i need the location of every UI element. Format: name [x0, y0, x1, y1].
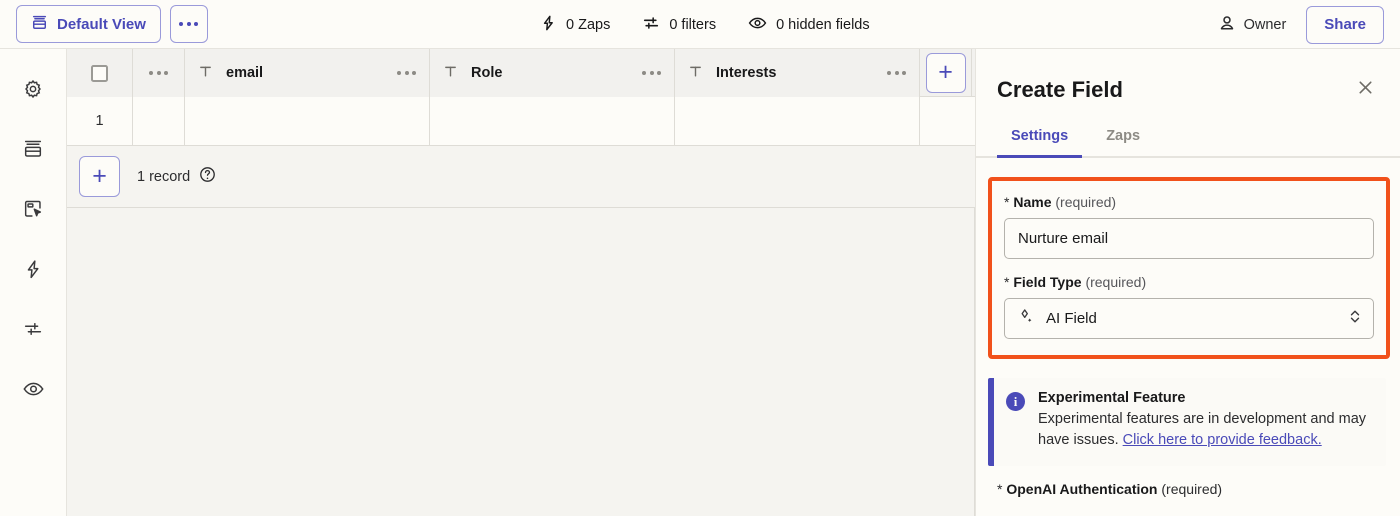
zap-icon — [540, 14, 557, 36]
gear-icon — [22, 78, 44, 105]
field-type-label: * Field Type (required) — [1004, 274, 1147, 290]
tab-settings[interactable]: Settings — [997, 128, 1083, 158]
callout-title: Experimental Feature — [1038, 390, 1186, 406]
ellipsis-icon — [179, 22, 199, 26]
add-field-button[interactable]: + — [925, 52, 966, 93]
zap-icon — [22, 258, 44, 285]
field-type-required-text: (required) — [1085, 274, 1147, 290]
panel-tabs: Settings Zaps — [976, 104, 1400, 158]
name-field-label: * Name (required) — [1004, 194, 1117, 210]
sidebar-item-hidden-fields[interactable] — [15, 375, 51, 407]
info-icon: i — [1006, 392, 1025, 411]
column-header-interests[interactable]: Interests — [675, 49, 920, 97]
table-view-icon — [31, 14, 48, 35]
field-type-value: AI Field — [1046, 310, 1097, 327]
hidden-fields-button[interactable]: 0 hidden fields — [748, 14, 870, 36]
column-label: email — [226, 65, 264, 81]
grid-footer: + 1 record — [67, 146, 975, 208]
sidebar-item-settings[interactable] — [15, 75, 51, 107]
column-header-email[interactable]: email — [185, 49, 430, 97]
grid-header-row: email Role Interests + — [67, 49, 975, 97]
toolbar-left-group: Default View — [0, 5, 208, 43]
name-required-text: (required) — [1055, 194, 1117, 210]
column-header-role[interactable]: Role — [430, 49, 675, 97]
interface-icon — [22, 198, 44, 225]
sidebar-item-interfaces[interactable] — [15, 195, 51, 227]
top-toolbar: Default View 0 Zaps 0 filters 0 hidden f… — [0, 0, 1400, 49]
openai-required-text: (required) — [1161, 480, 1223, 497]
chevron-updown-icon — [1348, 308, 1362, 330]
filter-icon — [642, 14, 660, 36]
help-circle-icon[interactable] — [199, 166, 216, 187]
experimental-feature-callout: i Experimental Feature Experimental feat… — [988, 378, 1386, 466]
row-menu-cell[interactable] — [133, 97, 185, 145]
panel-header: Create Field — [976, 49, 1400, 104]
select-all-checkbox[interactable] — [91, 64, 108, 82]
share-label: Share — [1324, 16, 1366, 33]
column-menu-icon[interactable] — [397, 71, 416, 75]
filter-icon — [22, 318, 44, 345]
highlighted-field-group: * Name (required) * Field Type (required… — [988, 177, 1390, 359]
row-menu-header-cell[interactable] — [133, 49, 185, 97]
page-title: Create Field — [997, 77, 1123, 102]
cell-interests[interactable] — [675, 97, 920, 145]
default-view-label: Default View — [57, 15, 146, 33]
owner-badge[interactable]: Owner — [1218, 14, 1287, 36]
callout-text: Experimental features are in development… — [1038, 409, 1372, 452]
column-label: Interests — [716, 65, 777, 81]
plus-icon: + — [92, 162, 107, 190]
text-field-icon — [688, 64, 703, 83]
left-icon-rail — [0, 49, 67, 516]
column-menu-icon[interactable] — [642, 71, 661, 75]
tab-zaps[interactable]: Zaps — [1092, 128, 1154, 158]
column-label: Role — [471, 65, 503, 81]
filters-button[interactable]: 0 filters — [642, 14, 716, 36]
zaps-label: 0 Zaps — [566, 16, 611, 33]
table-icon — [22, 138, 44, 165]
ellipsis-icon — [149, 71, 168, 75]
sidebar-item-filters[interactable] — [15, 315, 51, 347]
app-root: Default View 0 Zaps 0 filters 0 hidden f… — [0, 0, 1400, 516]
view-options-button[interactable] — [169, 5, 208, 43]
openai-authentication-label: * OpenAI Authentication (required) — [997, 480, 1223, 497]
create-field-panel: Create Field Settings Zaps * Name (requi… — [975, 49, 1400, 516]
sidebar-item-zaps[interactable] — [15, 255, 51, 287]
toolbar-right-group: Owner Share — [1218, 0, 1384, 49]
add-field-cell: + — [920, 49, 972, 96]
table-row[interactable]: 1 — [67, 97, 975, 146]
share-button[interactable]: Share — [1306, 5, 1384, 44]
eye-icon — [22, 378, 45, 405]
default-view-button[interactable]: Default View — [16, 5, 161, 43]
add-record-button[interactable]: + — [79, 156, 120, 197]
user-icon — [1218, 14, 1236, 36]
record-count: 1 record — [137, 166, 216, 187]
cell-role[interactable] — [430, 97, 675, 145]
grid-empty-area — [67, 208, 975, 516]
record-count-label: 1 record — [137, 168, 191, 185]
zaps-button[interactable]: 0 Zaps — [540, 14, 610, 36]
row-number: 1 — [67, 97, 133, 145]
text-field-icon — [443, 64, 458, 83]
column-menu-icon[interactable] — [887, 71, 906, 75]
field-type-select[interactable]: AI Field — [1004, 298, 1374, 339]
plus-icon: + — [938, 58, 953, 86]
cell-email[interactable] — [185, 97, 430, 145]
eye-icon — [748, 14, 767, 36]
sparkle-ai-icon — [1016, 307, 1035, 330]
records-grid: email Role Interests + 1 + 1 record — [67, 49, 975, 516]
hidden-fields-label: 0 hidden fields — [776, 16, 870, 33]
close-icon[interactable] — [1354, 76, 1377, 104]
filters-label: 0 filters — [669, 16, 717, 33]
select-all-cell[interactable] — [67, 49, 133, 97]
text-field-icon — [198, 64, 213, 83]
name-input[interactable] — [1004, 218, 1374, 259]
owner-label: Owner — [1243, 16, 1287, 33]
toolbar-center-group: 0 Zaps 0 filters 0 hidden fields — [540, 0, 870, 49]
sidebar-item-tables[interactable] — [15, 135, 51, 167]
feedback-link[interactable]: Click here to provide feedback. — [1123, 432, 1322, 448]
